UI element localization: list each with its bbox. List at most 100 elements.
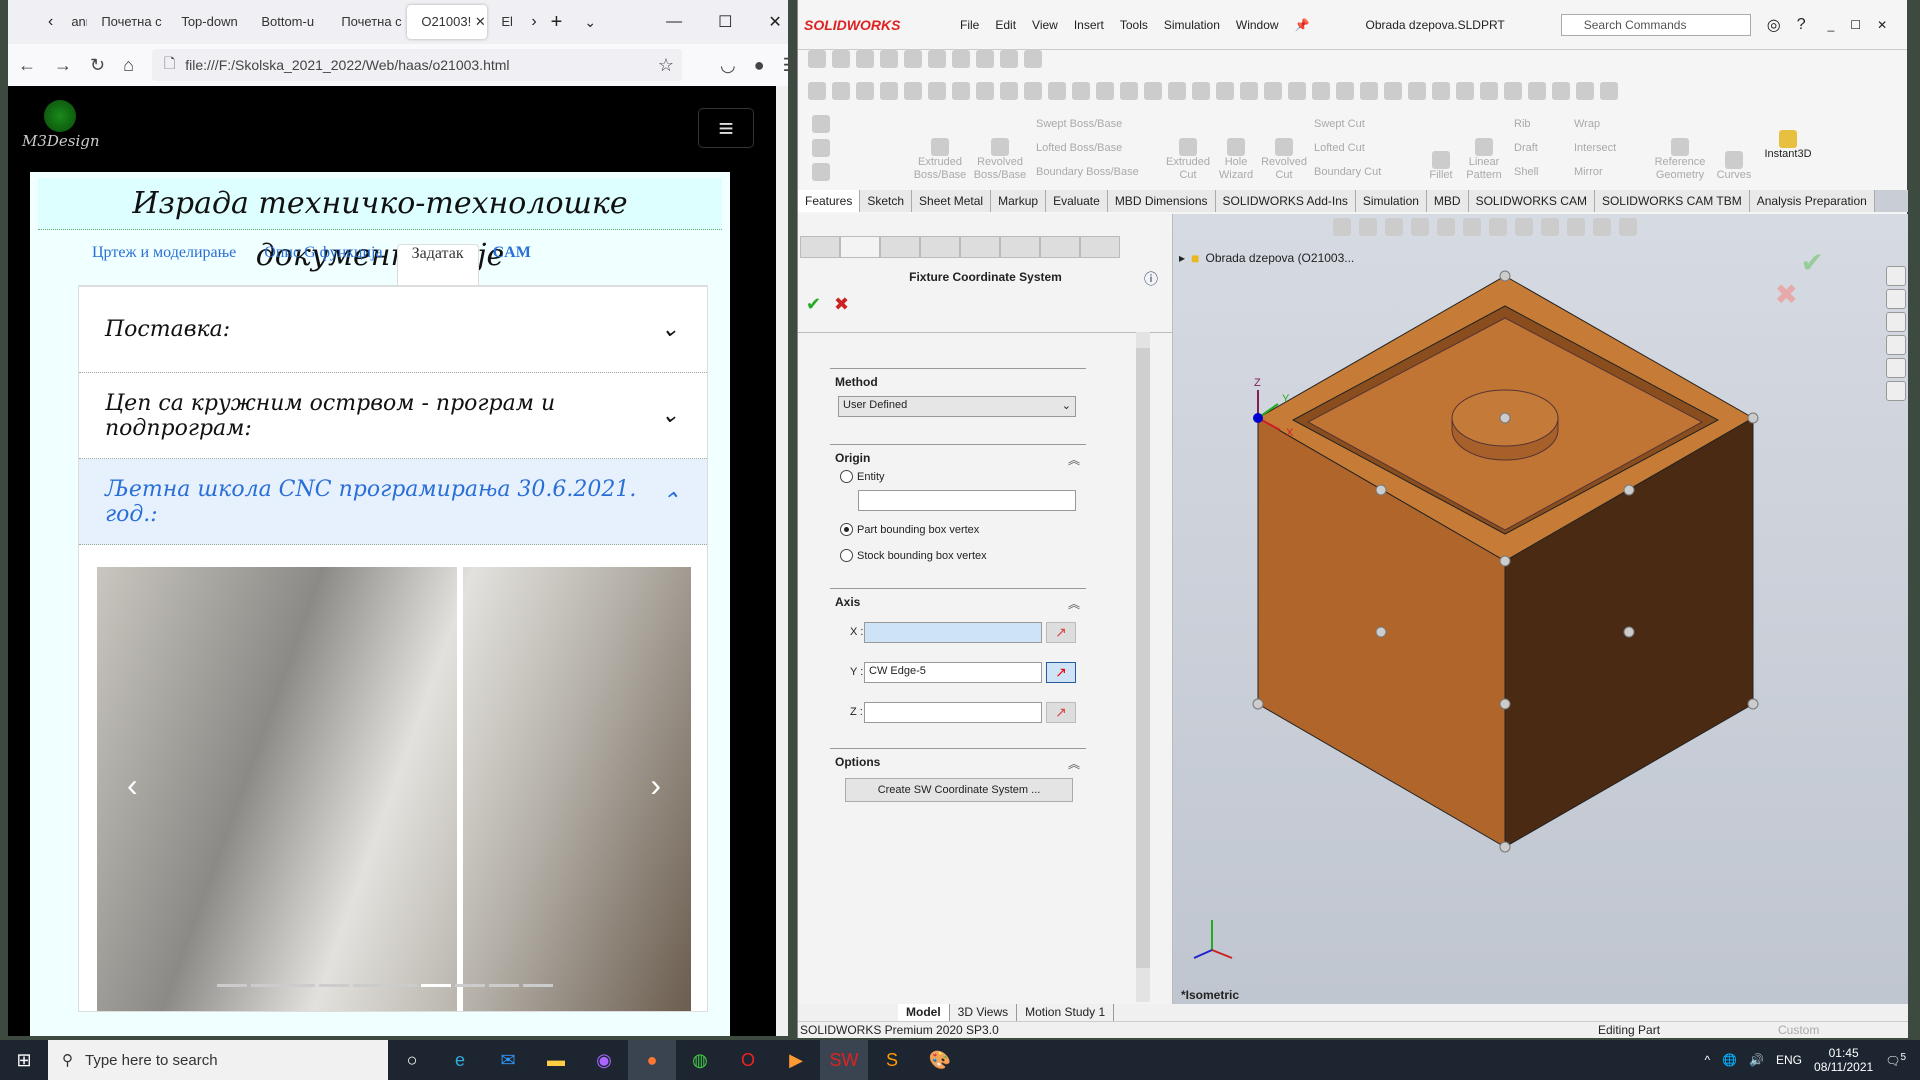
view-tool-icon[interactable] — [1411, 218, 1429, 236]
cam-toolbar-icon[interactable] — [1552, 82, 1570, 100]
task-pane-icon[interactable] — [1886, 289, 1906, 309]
lofted-cut-button[interactable]: Lofted Cut — [1314, 142, 1416, 154]
search-commands-input[interactable]: Search Commands — [1560, 13, 1751, 36]
browser-tab[interactable]: Почетна с — [327, 5, 407, 39]
feature-tree-item[interactable]: ▸ ■ Obrada dzepova (O21003... — [1179, 250, 1354, 266]
chrome-icon[interactable]: ◍ — [676, 1040, 724, 1080]
cm-tab[interactable]: SOLIDWORKS CAM — [1468, 190, 1595, 212]
linear-pattern-button[interactable]: Linear Pattern — [1462, 108, 1506, 188]
view-tool-icon[interactable] — [1385, 218, 1403, 236]
cam-toolbar-icon[interactable] — [1048, 82, 1066, 100]
entity-field[interactable] — [858, 490, 1076, 511]
draft-button[interactable]: Draft — [1514, 142, 1562, 154]
cam-toolbar-icon[interactable] — [1168, 82, 1186, 100]
accordion-item-summer-school[interactable]: Љетна школа CNC програмирања 30.6.2021. … — [79, 459, 707, 545]
cam-toolbar-icon[interactable] — [1312, 82, 1330, 100]
manager-tab[interactable] — [920, 236, 960, 258]
browser-tab[interactable]: Почетна с — [87, 5, 167, 39]
cam-toolbar-icon[interactable] — [1240, 82, 1258, 100]
toolbar-icon[interactable] — [1000, 50, 1018, 68]
toolbar-icon[interactable] — [856, 50, 874, 68]
toolbar-icon[interactable] — [880, 50, 898, 68]
y-axis-field[interactable]: CW Edge-5 — [864, 662, 1042, 683]
cam-toolbar-icon[interactable] — [1144, 82, 1162, 100]
pocket-icon[interactable]: ◡ — [720, 55, 736, 76]
clock[interactable]: 01:45 08/11/2021 — [1814, 1046, 1873, 1074]
view-tool-icon[interactable] — [1541, 218, 1559, 236]
reload-icon[interactable]: ↻ — [90, 55, 105, 76]
view-tool-icon[interactable] — [1333, 218, 1351, 236]
cam-toolbar-icon[interactable] — [904, 82, 922, 100]
boundary-boss-button[interactable]: Boundary Boss/Base — [1036, 166, 1158, 178]
rib-button[interactable]: Rib — [1514, 118, 1562, 130]
toolbar-icon[interactable] — [1024, 50, 1042, 68]
cam-toolbar-icon[interactable] — [1384, 82, 1402, 100]
radio-stock-bounding-box[interactable]: Stock bounding box vertex — [840, 549, 987, 562]
cam-toolbar-icon[interactable] — [1576, 82, 1594, 100]
menu-edit[interactable]: Edit — [995, 18, 1016, 32]
paint-icon[interactable]: 🎨 — [916, 1040, 964, 1080]
manager-tab[interactable] — [880, 236, 920, 258]
tab-drawing[interactable]: Цртеж и моделирање — [78, 244, 250, 285]
task-view-icon[interactable]: ○ — [388, 1040, 436, 1080]
manager-tab[interactable] — [960, 236, 1000, 258]
page-scrollbar[interactable] — [776, 86, 788, 1036]
cam-toolbar-icon[interactable] — [832, 82, 850, 100]
cam-toolbar-icon[interactable] — [1528, 82, 1546, 100]
toolbar-icon[interactable] — [952, 50, 970, 68]
maximize-button[interactable]: ☐ — [1850, 18, 1861, 32]
boundary-cut-button[interactable]: Boundary Cut — [1314, 166, 1416, 178]
minimize-button[interactable]: _ — [1828, 18, 1835, 32]
lofted-boss-button[interactable]: Lofted Boss/Base — [1036, 142, 1158, 154]
solidworks-logo[interactable]: SOLIDWORKS — [804, 17, 944, 33]
menu-insert[interactable]: Insert — [1074, 18, 1104, 32]
tab-motion-study[interactable]: Motion Study 1 — [1017, 1004, 1115, 1021]
pm-scrollbar[interactable] — [1136, 332, 1150, 1002]
new-tab-button[interactable]: + — [551, 11, 563, 34]
carousel-indicator[interactable] — [285, 984, 315, 987]
toolbar-icon[interactable] — [976, 50, 994, 68]
toolbar-icon[interactable] — [832, 50, 850, 68]
network-icon[interactable]: 🌐 — [1722, 1053, 1737, 1067]
media-player-icon[interactable]: ▶ — [772, 1040, 820, 1080]
tray-chevron-icon[interactable]: ^ — [1704, 1053, 1710, 1067]
manager-tab[interactable] — [1040, 236, 1080, 258]
radio-entity[interactable]: Entity — [840, 470, 885, 483]
view-tool-icon[interactable] — [1593, 218, 1611, 236]
extruded-cut-button[interactable]: Extruded Cut — [1166, 108, 1210, 188]
mirror-button[interactable]: Mirror — [1574, 166, 1642, 178]
cam-toolbar-icon[interactable] — [1432, 82, 1450, 100]
menu-file[interactable]: File — [960, 18, 979, 32]
start-button[interactable]: ⊞ — [0, 1040, 48, 1080]
home-icon[interactable]: ⌂ — [123, 55, 134, 76]
cam-toolbar-icon[interactable] — [1264, 82, 1282, 100]
help-icon[interactable]: ? — [1797, 16, 1806, 34]
collapse-icon[interactable]: ︽ — [1068, 451, 1080, 468]
method-dropdown[interactable]: User Defined ⌄ — [838, 396, 1076, 417]
cm-tab[interactable]: Simulation — [1355, 190, 1427, 212]
accordion-item-setup[interactable]: Поставка: ⌄ — [79, 287, 707, 373]
cam-toolbar-icon[interactable] — [808, 82, 826, 100]
fillet-button[interactable]: Fillet — [1424, 108, 1458, 188]
forward-icon[interactable]: → — [54, 55, 72, 76]
carousel-indicator[interactable] — [523, 984, 553, 987]
confirm-check-icon[interactable]: ✔ — [1801, 246, 1824, 279]
mail-icon[interactable]: ✉ — [484, 1040, 532, 1080]
cam-toolbar-icon[interactable] — [1072, 82, 1090, 100]
cm-tab[interactable]: SOLIDWORKS CAM TBM — [1594, 190, 1750, 212]
pin-icon[interactable]: 📌 — [1295, 18, 1310, 32]
reverse-direction-z-button[interactable]: ↗ — [1046, 702, 1076, 723]
manager-tab[interactable] — [840, 236, 880, 258]
browser-tab[interactable]: ann — [57, 5, 87, 39]
close-button[interactable]: ✕ — [768, 12, 781, 32]
cam-toolbar-icon[interactable] — [1288, 82, 1306, 100]
view-tool-icon[interactable] — [1437, 218, 1455, 236]
ok-check-icon[interactable]: ✔ — [806, 294, 821, 315]
cam-toolbar-icon[interactable] — [1336, 82, 1354, 100]
manager-tab[interactable] — [800, 236, 840, 258]
cam-toolbar-icon[interactable] — [1408, 82, 1426, 100]
cm-tab[interactable]: SOLIDWORKS Add-Ins — [1215, 190, 1356, 212]
file-explorer-icon[interactable]: ▬ — [532, 1040, 580, 1080]
carousel-indicator[interactable] — [251, 984, 281, 987]
cam-toolbar-icon[interactable] — [880, 82, 898, 100]
